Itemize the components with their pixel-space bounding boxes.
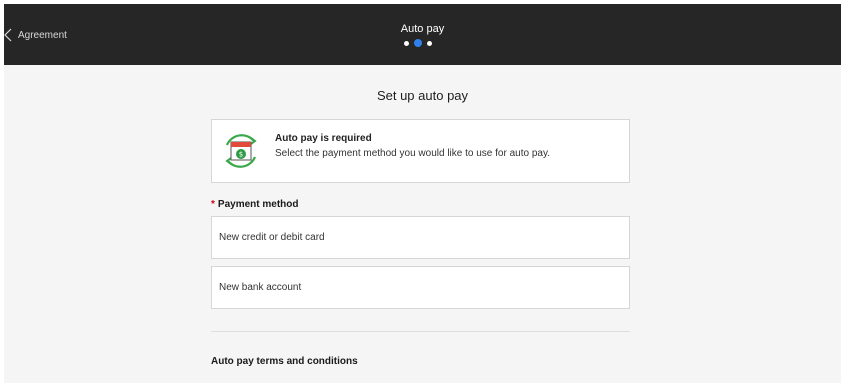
payment-method-label: * Payment method xyxy=(211,199,298,210)
calendar-dollar-refresh-icon: $ xyxy=(221,131,261,176)
payment-option-label: New bank account xyxy=(219,282,302,293)
payment-option-label: New credit or debit card xyxy=(219,232,325,243)
step-indicator xyxy=(404,39,432,47)
info-title: Auto pay is required xyxy=(275,133,372,144)
step-dot xyxy=(427,40,432,46)
page: Agreement Auto pay Set up auto pay $ Aut… xyxy=(4,4,841,383)
payment-option-bank-account[interactable]: New bank account xyxy=(211,266,630,309)
step-dot-active xyxy=(414,39,422,47)
divider xyxy=(211,331,630,332)
header-title: Auto pay xyxy=(400,23,445,35)
required-marker: * xyxy=(211,199,215,210)
terms-heading: Auto pay terms and conditions xyxy=(211,356,358,367)
step-dot xyxy=(404,40,409,46)
info-text: Select the payment method you would like… xyxy=(275,148,550,159)
svg-text:$: $ xyxy=(239,151,243,159)
top-bar: Agreement Auto pay xyxy=(4,4,841,65)
payment-option-credit-card[interactable]: New credit or debit card xyxy=(211,216,630,259)
auto-pay-info-card: $ Auto pay is required Select the paymen… xyxy=(211,119,630,183)
page-title: Set up auto pay xyxy=(376,88,469,103)
payment-method-label-text: Payment method xyxy=(217,199,299,210)
